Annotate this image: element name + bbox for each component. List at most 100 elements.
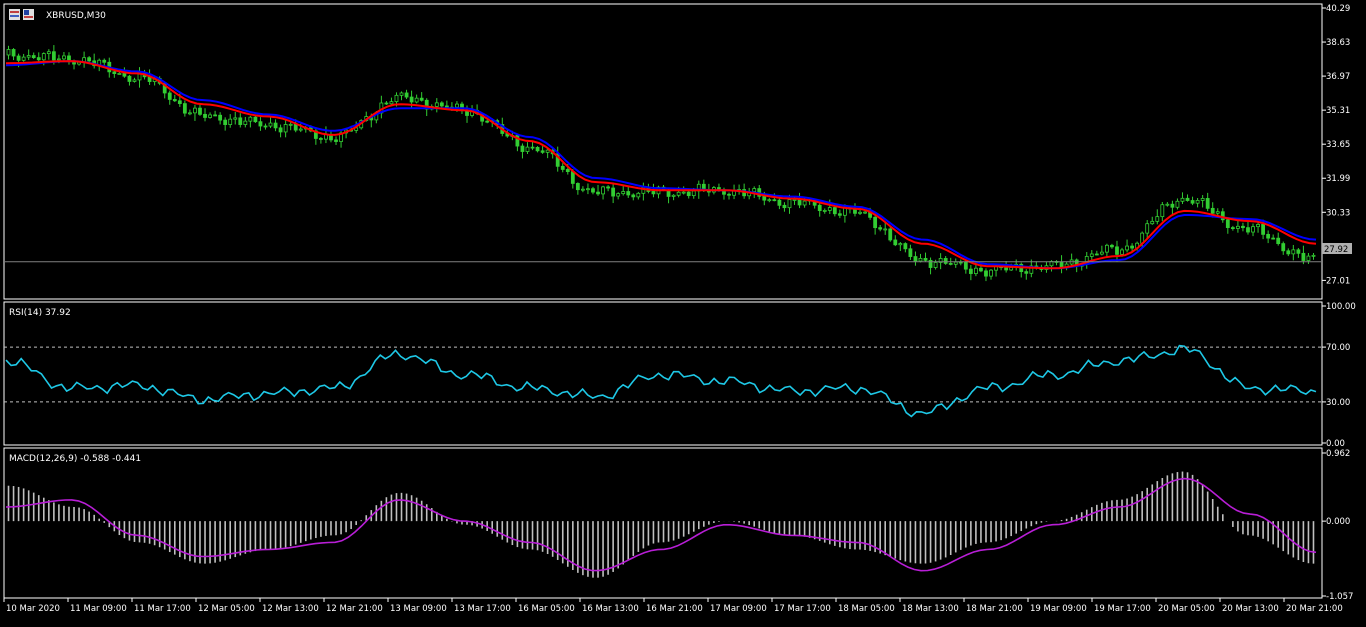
candle-body	[1170, 203, 1175, 208]
time-tick-label: 17 Mar 17:00	[774, 604, 831, 614]
rsi-title: RSI(14) 37.92	[9, 308, 71, 318]
time-tick-label: 16 Mar 13:00	[582, 604, 639, 614]
rsi-tick-label: 0.00	[1326, 439, 1345, 449]
candle-body	[46, 51, 51, 55]
candle-body	[208, 114, 212, 118]
candle-body	[918, 257, 923, 262]
candle-body	[520, 145, 525, 152]
candle-body	[87, 57, 92, 62]
candle-body	[31, 55, 36, 59]
candle-body	[777, 199, 782, 206]
candle-body	[535, 147, 540, 152]
candle-body	[57, 58, 61, 61]
candle-body	[11, 49, 16, 57]
candle-body	[238, 117, 243, 125]
candle-body	[399, 92, 404, 96]
candle-body	[1120, 249, 1124, 255]
rsi-tick-label: 30.00	[1326, 398, 1350, 408]
candle-body	[1271, 237, 1276, 240]
candle-body	[636, 192, 641, 198]
candle-body	[394, 94, 399, 103]
candle-body	[822, 210, 827, 212]
candle-body	[409, 96, 414, 103]
candle-body	[1261, 224, 1265, 235]
candle-body	[1125, 245, 1129, 251]
candle-body	[984, 270, 988, 277]
price-tick-label: 33.65	[1326, 140, 1350, 150]
rsi-pane[interactable]	[3, 301, 1323, 446]
candle-body	[26, 55, 31, 58]
macd-title: MACD(12,26,9) -0.588 -0.441	[9, 454, 141, 464]
candle-body	[616, 193, 621, 197]
candle-body	[1230, 227, 1235, 229]
time-tick-label: 10 Mar 2020	[6, 604, 60, 614]
candle-body	[958, 261, 963, 264]
candle-body	[1215, 211, 1220, 214]
rsi-tick-label: 70.00	[1326, 343, 1350, 353]
candle-body	[626, 191, 631, 196]
candle-body	[802, 200, 807, 206]
candle-body	[41, 53, 46, 61]
candle-body	[1150, 220, 1155, 225]
candle-body	[979, 267, 983, 272]
candle-body	[581, 188, 585, 191]
candle-body	[782, 204, 787, 209]
candle-body	[203, 113, 207, 118]
candle-body	[827, 207, 832, 211]
candle-body	[1301, 252, 1306, 261]
candle-body	[228, 118, 233, 125]
candle-body	[570, 171, 575, 184]
candle-body	[439, 102, 444, 107]
candle-body	[21, 56, 26, 61]
candle-body	[1190, 200, 1195, 204]
time-tick-label: 20 Mar 13:00	[1222, 604, 1279, 614]
candle-body	[298, 128, 303, 131]
chart-canvas[interactable]: XBRUSD,M30 RSI(14) 37.92 MACD(12,26,9) -…	[0, 0, 1366, 623]
chart-window[interactable]: XBRUSD,M30 RSI(14) 37.92 MACD(12,26,9) -…	[0, 0, 1366, 623]
candle-body	[1155, 216, 1160, 222]
candle-body	[233, 117, 238, 120]
candle-body	[1225, 219, 1230, 228]
candle-body	[112, 71, 117, 75]
candle-body	[1180, 197, 1185, 202]
candle-body	[923, 257, 928, 261]
candle-body	[1236, 225, 1240, 229]
last-price-label: 27.92	[1324, 245, 1348, 255]
candle-body	[989, 269, 993, 277]
candle-body	[1105, 244, 1109, 253]
candle-body	[1200, 198, 1205, 201]
candle-body	[1291, 249, 1296, 255]
time-tick-label: 18 Mar 21:00	[966, 604, 1023, 614]
candle-body	[968, 268, 973, 274]
candle-body	[1165, 203, 1170, 206]
candle-body	[752, 188, 757, 193]
candle-body	[283, 124, 288, 133]
candle-body	[530, 146, 535, 149]
candle-body	[384, 102, 389, 105]
candle-body	[319, 138, 323, 140]
candle-body	[676, 191, 681, 196]
candle-body	[596, 191, 600, 195]
candle-body	[560, 165, 565, 170]
candle-body	[1145, 223, 1150, 234]
candle-body	[671, 194, 676, 197]
time-tick-label: 11 Mar 17:00	[134, 604, 191, 614]
candle-body	[132, 79, 137, 82]
rsi-tick-label: 100.00	[1326, 302, 1356, 312]
candle-body	[1115, 246, 1119, 255]
candle-body	[213, 114, 217, 117]
candle-body	[1099, 251, 1104, 255]
candle-body	[278, 127, 283, 133]
candle-body	[188, 112, 192, 115]
candle-body	[67, 55, 71, 62]
candle-body	[525, 146, 530, 152]
candle-body	[963, 261, 968, 270]
candle-body	[248, 116, 253, 122]
candle-body	[893, 239, 898, 246]
candle-body	[117, 73, 122, 75]
candle-body	[62, 55, 66, 60]
candle-body	[792, 199, 797, 201]
candle-body	[948, 263, 953, 265]
time-tick-label: 12 Mar 21:00	[326, 604, 383, 614]
candle-body	[193, 107, 197, 114]
